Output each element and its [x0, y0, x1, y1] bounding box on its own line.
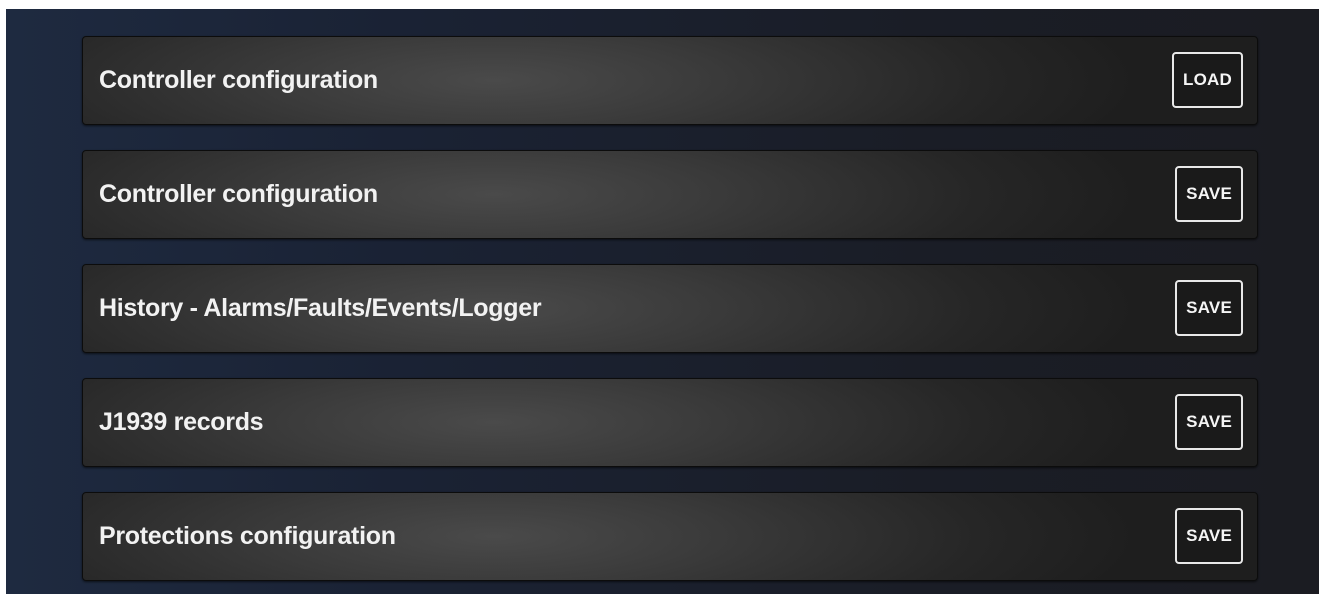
save-button[interactable]: SAVE	[1175, 508, 1243, 564]
save-button[interactable]: SAVE	[1175, 394, 1243, 450]
row-controller-configuration-save: Controller configuration SAVE	[82, 150, 1258, 239]
row-controller-configuration-load: Controller configuration LOAD	[82, 36, 1258, 125]
file-operations-panel: Controller configuration LOAD Controller…	[6, 9, 1319, 594]
row-label: J1939 records	[99, 408, 264, 436]
row-label: Controller configuration	[99, 66, 378, 94]
row-label: History - Alarms/Faults/Events/Logger	[99, 294, 542, 322]
load-button[interactable]: LOAD	[1172, 52, 1243, 108]
row-j1939-records: J1939 records SAVE	[82, 378, 1258, 467]
row-label: Protections configuration	[99, 522, 396, 550]
row-protections-configuration: Protections configuration SAVE	[82, 492, 1258, 581]
save-button[interactable]: SAVE	[1175, 280, 1243, 336]
file-operations-list: Controller configuration LOAD Controller…	[82, 36, 1258, 581]
row-history: History - Alarms/Faults/Events/Logger SA…	[82, 264, 1258, 353]
row-label: Controller configuration	[99, 180, 378, 208]
save-button[interactable]: SAVE	[1175, 166, 1243, 222]
